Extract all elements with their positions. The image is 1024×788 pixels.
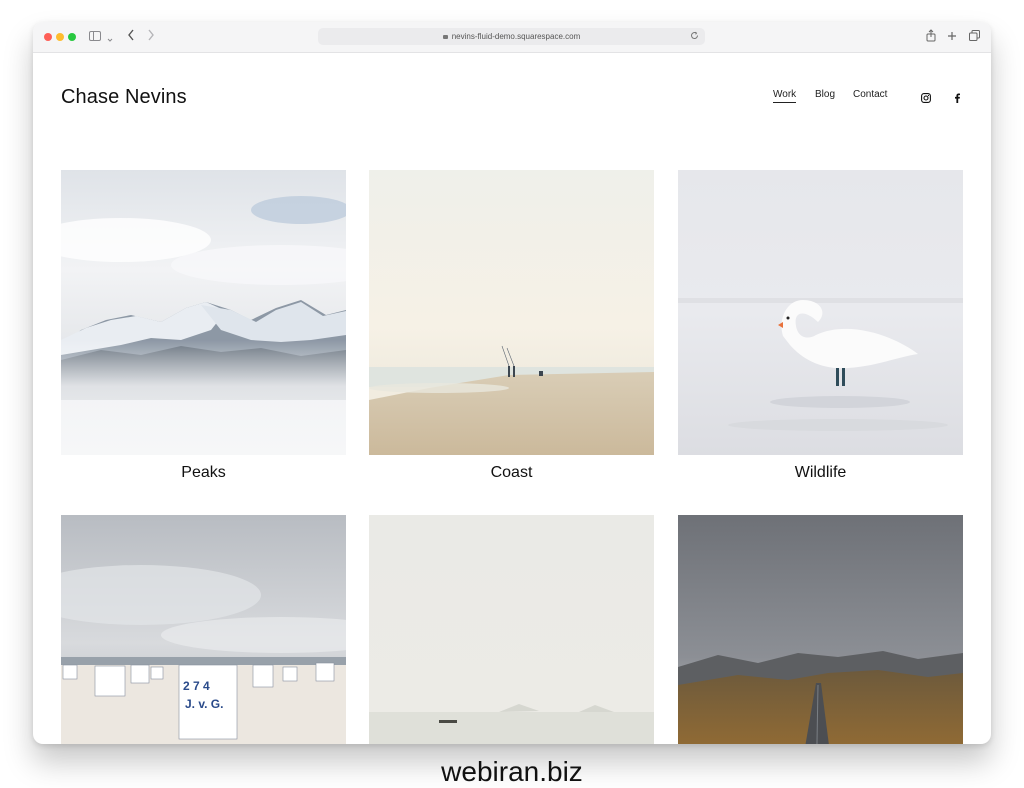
gallery-caption-coast[interactable]: Coast [369,464,654,482]
gallery-item-peaks[interactable] [61,170,346,455]
nav-blog[interactable]: Blog [815,89,835,100]
browser-window: nevins-fluid-demo.squarespace.com Chase … [33,22,991,744]
gallery-item-coast[interactable] [369,170,654,455]
browser-titlebar: nevins-fluid-demo.squarespace.com [33,22,991,53]
forward-icon[interactable] [147,29,155,45]
svg-text:J. v. G.: J. v. G. [185,697,223,711]
gallery-item-wildlife[interactable] [678,170,963,455]
svg-text:2 7 4: 2 7 4 [183,679,210,693]
peaks-photo [61,170,346,455]
gallery-caption-wildlife[interactable]: Wildlife [678,464,963,482]
address-bar-url: nevins-fluid-demo.squarespace.com [451,32,581,41]
gallery-item-misty-sea[interactable] [369,515,654,744]
back-icon[interactable] [127,29,135,45]
beach-chairs-photo: 2 7 4 J. v. G. [61,515,346,744]
address-bar[interactable]: nevins-fluid-demo.squarespace.com [318,28,705,45]
zoom-window-button[interactable] [68,33,76,41]
reload-icon[interactable] [690,28,699,45]
tabs-overview-icon[interactable] [969,29,980,45]
chevron-down-icon[interactable] [107,31,113,47]
sidebar-icon[interactable] [89,29,101,45]
misty-sea-photo [369,515,654,744]
instagram-icon[interactable] [921,90,931,103]
new-tab-icon[interactable] [947,29,957,45]
close-window-button[interactable] [44,33,52,41]
wildlife-photo [678,170,963,455]
nav-work[interactable]: Work [773,89,797,103]
lock-icon [442,35,448,39]
gallery-caption-peaks[interactable]: Peaks [61,464,346,482]
gallery-item-beach-chairs[interactable]: 2 7 4 J. v. G. [61,515,346,744]
road-photo [678,515,963,744]
gallery-item-road[interactable] [678,515,963,744]
site-title[interactable]: Chase Nevins [61,86,187,109]
watermark-text: webiran.biz [441,756,583,787]
coast-photo [369,170,654,455]
minimize-window-button[interactable] [56,33,64,41]
facebook-icon[interactable] [953,90,963,103]
nav-contact[interactable]: Contact [853,89,887,100]
share-icon[interactable] [926,29,936,46]
